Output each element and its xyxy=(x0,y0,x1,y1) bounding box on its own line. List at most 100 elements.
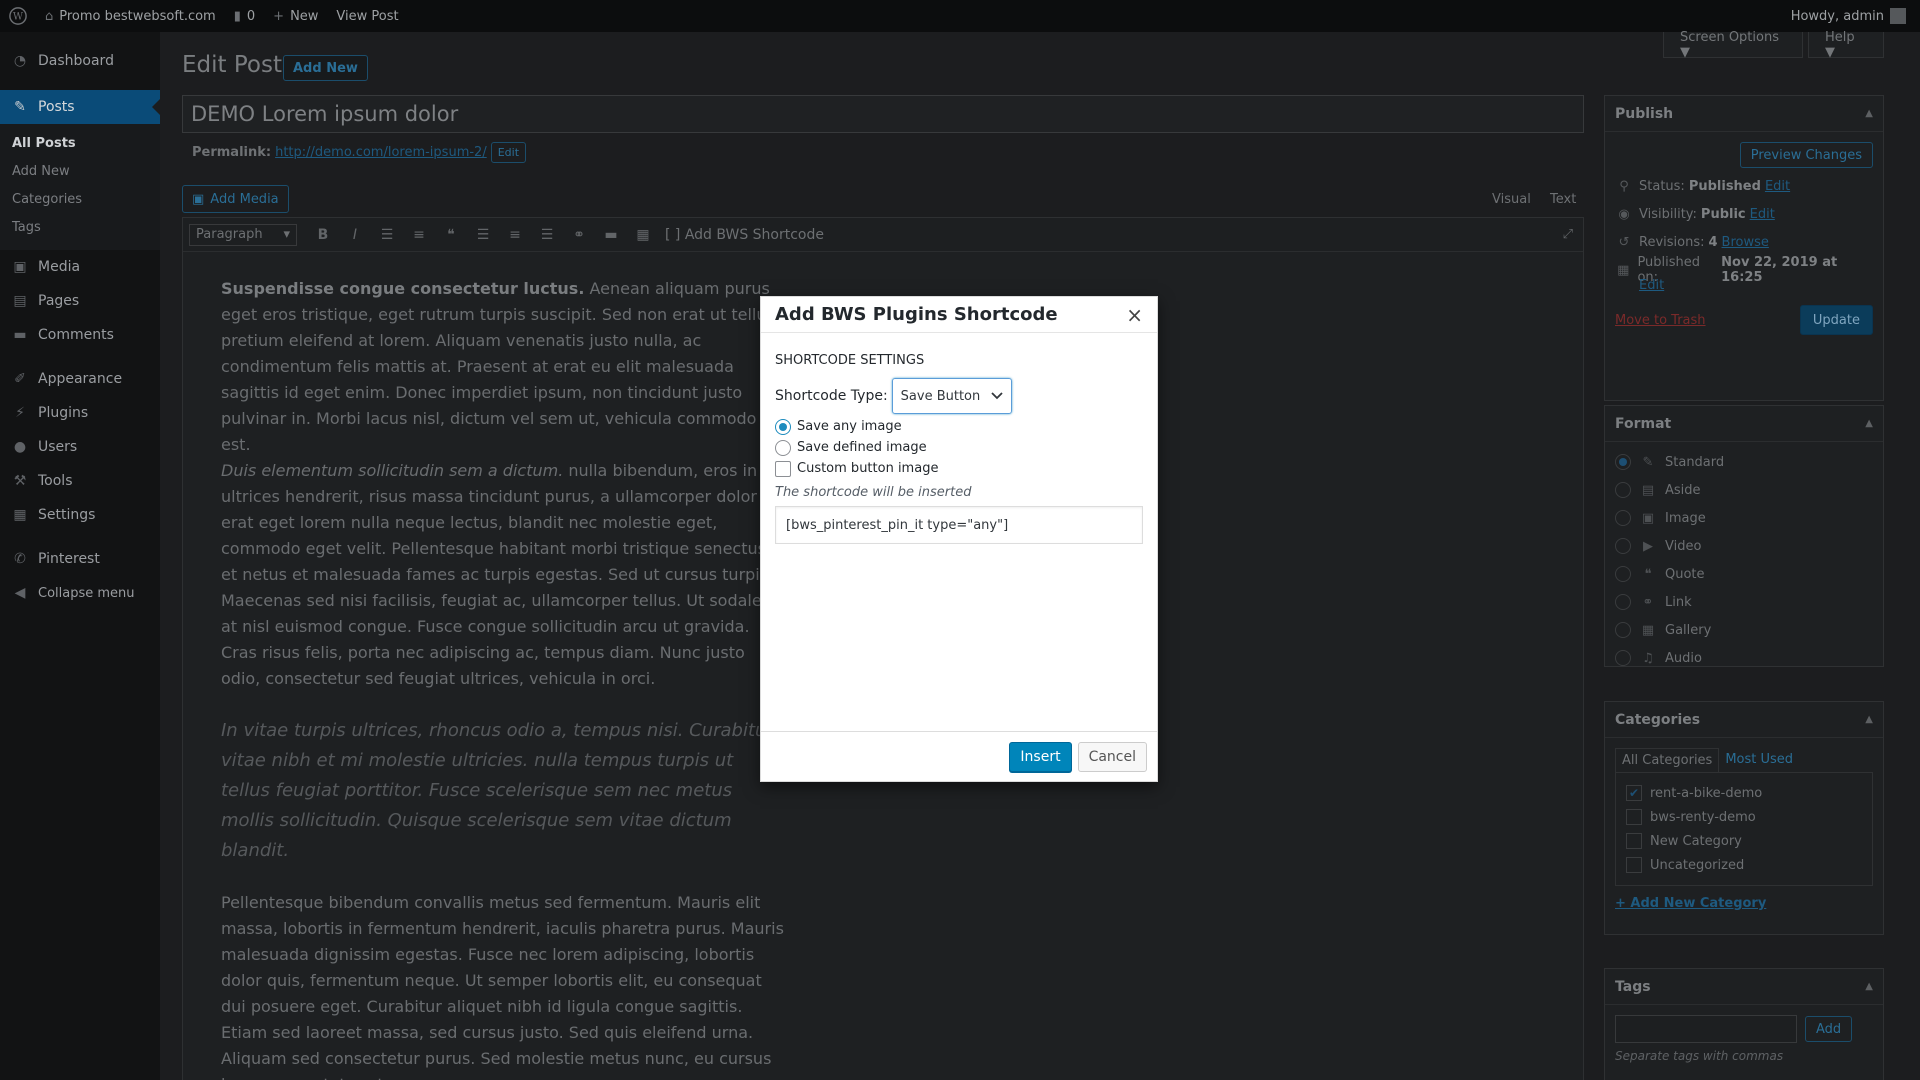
checkbox[interactable] xyxy=(1626,809,1642,825)
format-option-link[interactable]: ⚭ Link xyxy=(1605,588,1883,616)
bullet-list-icon[interactable]: ☰ xyxy=(371,221,403,249)
visibility-edit-link[interactable]: Edit xyxy=(1750,207,1775,222)
submenu-tags[interactable]: Tags xyxy=(0,214,160,242)
publish-heading[interactable]: Publish ▲ xyxy=(1605,96,1883,132)
add-new-category-link[interactable]: + Add New Category xyxy=(1605,886,1883,921)
status-edit-link[interactable]: Edit xyxy=(1765,179,1790,194)
add-media-button[interactable]: ▣ Add Media xyxy=(182,185,289,213)
radio-button[interactable] xyxy=(1615,622,1631,638)
screen-options-button[interactable]: Screen Options ▼ xyxy=(1663,30,1803,60)
format-option-audio[interactable]: ♫ Audio xyxy=(1605,644,1883,672)
menu-pages[interactable]: ▤ Pages xyxy=(0,284,160,318)
italic-icon[interactable]: I xyxy=(339,221,371,249)
preview-changes-button[interactable]: Preview Changes xyxy=(1739,142,1873,168)
collapse-arrow-icon[interactable]: ▲ xyxy=(1865,981,1873,992)
tab-visual[interactable]: Visual xyxy=(1492,192,1531,207)
align-left-icon[interactable]: ☰ xyxy=(467,221,499,249)
insert-button[interactable]: Insert xyxy=(1009,741,1072,772)
site-name-link[interactable]: ⌂ Promo bestwebsoft.com xyxy=(36,0,225,32)
read-more-icon[interactable]: ▬ xyxy=(595,221,627,249)
category-item[interactable]: ✔ rent-a-bike-demo xyxy=(1626,781,1862,805)
permalink-edit-button[interactable]: Edit xyxy=(490,142,527,163)
format-option-aside[interactable]: ▤ Aside xyxy=(1605,476,1883,504)
new-tag-input[interactable] xyxy=(1615,1015,1797,1043)
editor-content[interactable]: Suspendisse congue consectetur luctus. A… xyxy=(183,252,823,1080)
menu-pinterest[interactable]: ✆ Pinterest xyxy=(0,542,160,576)
categories-heading[interactable]: Categories ▲ xyxy=(1605,702,1883,738)
format-option-quote[interactable]: ❝ Quote xyxy=(1605,560,1883,588)
radio-button[interactable] xyxy=(775,439,791,456)
category-item[interactable]: New Category xyxy=(1626,829,1862,853)
menu-appearance[interactable]: ✐ Appearance xyxy=(0,362,160,396)
submenu-all-posts[interactable]: All Posts xyxy=(0,130,160,158)
menu-users[interactable]: ● Users xyxy=(0,430,160,464)
help-button[interactable]: Help ▼ xyxy=(1808,30,1884,60)
move-to-trash-link[interactable]: Move to Trash xyxy=(1615,313,1706,328)
toolbar-toggle-icon[interactable]: ▦ xyxy=(627,221,659,249)
my-account-link[interactable]: Howdy, admin xyxy=(1782,0,1920,32)
fullscreen-icon[interactable]: ⤢ xyxy=(1563,227,1573,242)
option-save-defined-image[interactable]: Save defined image xyxy=(775,437,1143,458)
menu-plugins[interactable]: ⚡ Plugins xyxy=(0,396,160,430)
add-new-post-button[interactable]: Add New xyxy=(283,55,368,81)
menu-media[interactable]: ▣ Media xyxy=(0,250,160,284)
format-option-gallery[interactable]: ▦ Gallery xyxy=(1605,616,1883,644)
menu-comments[interactable]: ▬ Comments xyxy=(0,318,160,352)
update-button[interactable]: Update xyxy=(1799,305,1873,335)
tags-heading[interactable]: Tags ▲ xyxy=(1605,969,1883,1005)
radio-button[interactable] xyxy=(1615,594,1631,610)
post-title-input[interactable]: DEMO Lorem ipsum dolor xyxy=(182,95,1584,133)
wordpress-logo-icon[interactable]: W xyxy=(0,0,36,32)
option-save-any-image[interactable]: Save any image xyxy=(775,416,1143,437)
format-option-image[interactable]: ▣ Image xyxy=(1605,504,1883,532)
tab-all-categories[interactable]: All Categories xyxy=(1615,748,1720,772)
format-option-video[interactable]: ▶ Video xyxy=(1605,532,1883,560)
comments-link[interactable]: ▮ 0 xyxy=(225,0,264,32)
add-bws-shortcode-button[interactable]: [ ] Add BWS Shortcode xyxy=(665,227,824,243)
align-right-icon[interactable]: ☰ xyxy=(531,221,563,249)
link-icon[interactable]: ⚭ xyxy=(563,221,595,249)
menu-settings[interactable]: ▦ Settings xyxy=(0,498,160,532)
checkbox[interactable]: ✔ xyxy=(1626,785,1642,801)
category-item[interactable]: bws-renty-demo xyxy=(1626,805,1862,829)
category-item[interactable]: Uncategorized xyxy=(1626,853,1862,877)
collapse-menu-button[interactable]: ◀ Collapse menu xyxy=(0,576,160,610)
format-heading[interactable]: Format ▲ xyxy=(1605,406,1883,442)
add-tag-button[interactable]: Add xyxy=(1805,1016,1853,1042)
radio-button[interactable] xyxy=(1615,650,1631,666)
option-custom-button-image[interactable]: Custom button image xyxy=(775,458,1143,479)
menu-posts[interactable]: ✎ Posts xyxy=(0,90,160,124)
tab-text[interactable]: Text xyxy=(1550,192,1576,207)
menu-dashboard[interactable]: ◔ Dashboard xyxy=(0,44,160,78)
collapse-arrow-icon[interactable]: ▲ xyxy=(1865,714,1873,725)
shortcode-type-select[interactable]: Save Button xyxy=(891,378,1012,414)
submenu-categories[interactable]: Categories xyxy=(0,186,160,214)
checkbox[interactable] xyxy=(1626,857,1642,873)
align-center-icon[interactable]: ≡ xyxy=(499,221,531,249)
close-icon[interactable]: × xyxy=(1126,303,1143,327)
collapse-arrow-icon[interactable]: ▲ xyxy=(1865,418,1873,429)
format-option-standard[interactable]: ✎ Standard xyxy=(1605,448,1883,476)
radio-button[interactable] xyxy=(775,418,791,435)
bold-icon[interactable]: B xyxy=(307,221,339,249)
numbered-list-icon[interactable]: ≡ xyxy=(403,221,435,249)
radio-button[interactable] xyxy=(1615,538,1631,554)
published-on-edit-link[interactable]: Edit xyxy=(1639,278,1664,293)
menu-tools[interactable]: ⚒ Tools xyxy=(0,464,160,498)
shortcode-output-field[interactable]: [bws_pinterest_pin_it type="any"] xyxy=(775,506,1143,544)
new-content-link[interactable]: + New xyxy=(264,0,327,32)
radio-button[interactable] xyxy=(1615,510,1631,526)
radio-button[interactable] xyxy=(1615,482,1631,498)
tab-most-used[interactable]: Most Used xyxy=(1719,748,1799,772)
browse-revisions-link[interactable]: Browse xyxy=(1722,235,1769,250)
radio-button[interactable] xyxy=(1615,566,1631,582)
checkbox[interactable] xyxy=(775,460,791,477)
blockquote-icon[interactable]: ❝ xyxy=(435,221,467,249)
format-select[interactable]: Paragraph ▾ xyxy=(189,223,297,246)
radio-button[interactable] xyxy=(1615,454,1631,470)
view-post-link[interactable]: View Post xyxy=(327,0,407,32)
permalink-link[interactable]: http://demo.com/lorem-ipsum-2/ xyxy=(275,145,487,160)
collapse-arrow-icon[interactable]: ▲ xyxy=(1865,108,1873,119)
checkbox[interactable] xyxy=(1626,833,1642,849)
cancel-button[interactable]: Cancel xyxy=(1077,741,1147,772)
